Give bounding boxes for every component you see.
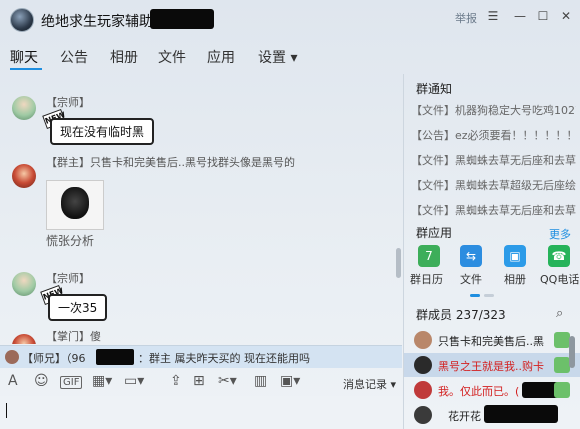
- notice-text: ：群主 属夫昨天买的 现在还能用吗: [138, 352, 310, 365]
- chat-scrollbar[interactable]: [396, 248, 401, 278]
- avatar: [414, 406, 432, 424]
- scissors-icon[interactable]: ✂▾: [218, 373, 237, 389]
- redaction-mark: [150, 9, 214, 29]
- minimize-button[interactable]: —: [512, 9, 528, 23]
- member-row[interactable]: 黑号之王就是我..购卡: [404, 353, 580, 377]
- avatar: [5, 350, 19, 364]
- message-bubble[interactable]: 现在没有临时黑: [50, 118, 155, 145]
- album-icon[interactable]: ▣: [504, 245, 526, 267]
- member-badge-icon: [554, 382, 570, 398]
- avatar[interactable]: [12, 164, 36, 188]
- group-members-title: 群成员 237/323: [416, 308, 506, 322]
- notice-item[interactable]: 【文件】黑蜘蛛去草超级无后座绘: [411, 177, 576, 193]
- redaction-mark: [96, 349, 134, 365]
- report-link[interactable]: 举报: [455, 10, 477, 26]
- member-badge-icon: [554, 332, 570, 348]
- avatar: [414, 356, 432, 374]
- page-dot: [484, 294, 494, 297]
- page-indicator: [470, 294, 500, 297]
- title-bar: 绝地求生玩家辅助 举报 ☰ — ☐ ✕: [0, 0, 580, 38]
- apps-more-link[interactable]: 更多: [549, 226, 571, 242]
- group-title: 绝地求生玩家辅助: [41, 14, 153, 30]
- redaction-mark: [484, 405, 558, 423]
- trash-icon[interactable]: ▥: [254, 373, 267, 389]
- message-sender: 【群主】只售卡和完美售后..黑号找群头像是黑号的: [46, 156, 295, 169]
- group-apps-title: 群应用: [416, 226, 453, 240]
- calendar-icon[interactable]: 7: [418, 245, 440, 267]
- app-label-files[interactable]: 文件: [460, 271, 482, 287]
- phone-icon[interactable]: ☎: [548, 245, 570, 267]
- app-label-qq-call[interactable]: QQ电话: [540, 271, 579, 287]
- chat-messages[interactable]: 【宗师】 NEW 现在没有临时黑 【群主】只售卡和完美售后..黑号找群头像是黑号…: [0, 72, 402, 344]
- tab-album[interactable]: 相册: [110, 47, 138, 67]
- member-name: 只售卡和完美售后..黑: [438, 335, 544, 348]
- notice-item[interactable]: 【文件】黑蜘蛛去草无后座和去草: [411, 152, 576, 168]
- tab-announcement[interactable]: 公告: [60, 47, 88, 67]
- emoji-icon[interactable]: ☺: [34, 373, 49, 389]
- message-sender: 【宗师】: [46, 96, 90, 109]
- active-tab-indicator: [10, 68, 42, 70]
- maximize-button[interactable]: ☐: [535, 9, 551, 23]
- right-sidebar: 群通知 【文件】机器狗稳定大号吃鸡1027... 【公告】ez必须要看！！！！！…: [403, 74, 580, 429]
- message-history-button[interactable]: 消息记录 ▾: [343, 376, 396, 392]
- member-badge-icon: [554, 357, 570, 373]
- screenshot-icon[interactable]: ▦▾: [92, 373, 112, 389]
- app-label-album[interactable]: 相册: [504, 271, 526, 287]
- input-toolbar: A ☺ GIF ▦▾ ▭▾ ⇪ ⊞ ✂▾ ▥ ▣▾ 消息记录 ▾: [0, 368, 402, 396]
- message-sender: 【掌门】傻: [46, 330, 101, 343]
- notice-sender: 【师兄】（96: [22, 352, 86, 365]
- avatar: [414, 331, 432, 349]
- meme-image[interactable]: [46, 180, 104, 230]
- tab-chat[interactable]: 聊天: [10, 47, 38, 67]
- share-icon[interactable]: ⇪: [170, 373, 182, 389]
- close-button[interactable]: ✕: [558, 9, 574, 23]
- new-message-notice[interactable]: 【师兄】（96 ：群主 属夫昨天买的 现在还能用吗: [0, 345, 402, 368]
- notice-item[interactable]: 【文件】机器狗稳定大号吃鸡1027...: [411, 102, 576, 118]
- avatar[interactable]: [12, 334, 36, 344]
- member-list-scrollbar[interactable]: [569, 336, 575, 368]
- member-row[interactable]: 只售卡和完美售后..黑: [404, 328, 580, 352]
- member-name: 黑号之王就是我..购卡: [438, 360, 544, 373]
- image-icon[interactable]: ▣▾: [280, 373, 300, 389]
- meme-caption: 慌张分析: [46, 234, 95, 248]
- member-row[interactable]: 花开花: [404, 403, 580, 427]
- avatar[interactable]: [12, 96, 36, 120]
- avatar: [414, 381, 432, 399]
- group-avatar[interactable]: [10, 8, 34, 32]
- message-sender: 【宗师】: [46, 272, 90, 285]
- group-notice-title: 群通知: [416, 82, 453, 96]
- tab-settings[interactable]: 设置 ▾: [258, 47, 297, 67]
- message-input[interactable]: [0, 396, 402, 429]
- notice-item[interactable]: 【文件】黑蜘蛛去草无后座和去草: [411, 202, 576, 218]
- notice-item[interactable]: 【公告】ez必须要看！！！！！！！: [411, 127, 576, 143]
- tab-files[interactable]: 文件: [158, 47, 186, 67]
- meme-face: [61, 187, 89, 219]
- text-caret: [6, 403, 7, 418]
- search-icon[interactable]: ⌕: [556, 306, 563, 321]
- avatar[interactable]: [12, 272, 36, 296]
- file-icon[interactable]: ▭▾: [124, 373, 144, 389]
- file-transfer-icon[interactable]: ⇆: [460, 245, 482, 267]
- page-dot-active: [470, 294, 480, 297]
- gif-icon[interactable]: GIF: [60, 376, 83, 389]
- app-label-calendar[interactable]: 群日历: [410, 271, 443, 287]
- gift-icon[interactable]: ⊞: [193, 373, 205, 389]
- tab-apps[interactable]: 应用: [207, 47, 235, 67]
- member-row[interactable]: 我。仅此而已。(: [404, 378, 580, 402]
- group-chat-window: 绝地求生玩家辅助 举报 ☰ — ☐ ✕ 聊天 公告 相册 文件 应用 设置 ▾ …: [0, 0, 580, 429]
- tab-bar: 聊天 公告 相册 文件 应用 设置 ▾: [0, 40, 402, 70]
- font-icon[interactable]: A: [8, 373, 18, 389]
- menu-icon[interactable]: ☰: [485, 9, 501, 23]
- message-bubble[interactable]: 一次35: [48, 294, 108, 321]
